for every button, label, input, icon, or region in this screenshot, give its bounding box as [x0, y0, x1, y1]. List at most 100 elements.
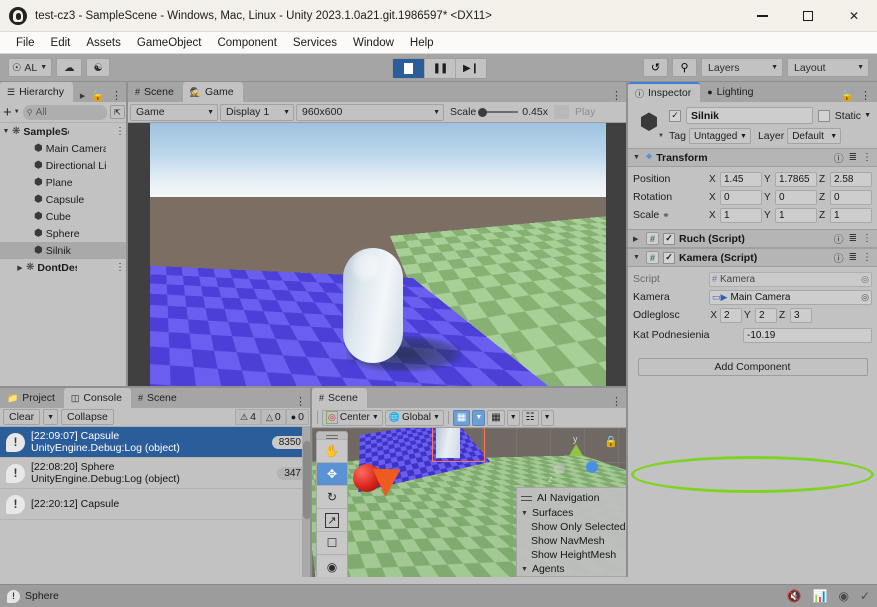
snap-increment-toggle[interactable]: ▦	[487, 409, 505, 426]
hierarchy-row-capsule[interactable]: ⬢ Capsule	[0, 191, 128, 208]
resolution-dropdown[interactable]: 960x600 ▼	[296, 103, 444, 121]
position-y-input[interactable]: 1.7865	[775, 171, 817, 187]
hierarchy-row-cube[interactable]: ⬢ Cube	[0, 208, 128, 225]
hierarchy-search-input[interactable]: ⚲ All	[22, 104, 107, 120]
component-header-kamera[interactable]: ▼ # ✓ Kamera (Script) ⓘ ≣ ⋮	[628, 248, 877, 267]
console-log-row[interactable]: ! [22:20:12] Capsule	[0, 489, 312, 520]
preset-icon[interactable]: ≣	[849, 152, 857, 163]
cloud-button[interactable]: ☁	[56, 58, 83, 77]
tab-scene-bottom[interactable]: # Scene	[130, 388, 186, 408]
tab-lighting[interactable]: ● Lighting	[700, 82, 763, 102]
component-tools-dropdown[interactable]: ▼	[540, 409, 554, 426]
rotation-y-input[interactable]: 0	[775, 189, 817, 205]
minimize-button[interactable]	[739, 0, 785, 32]
lock-icon[interactable]: 🔓	[91, 89, 105, 102]
menu-dots-icon[interactable]: ⋮	[860, 89, 871, 102]
play-button[interactable]	[393, 59, 424, 78]
console-log-row[interactable]: ! [22:08:20] Sphere UnityEngine.Debug:Lo…	[0, 458, 312, 489]
link-scale-icon[interactable]: ⚭	[662, 210, 670, 221]
chevron-down-icon[interactable]: ▼	[633, 254, 642, 261]
hierarchy-row-samplescene[interactable]: ▼ ❋ SampleScene ⋮	[0, 123, 128, 140]
console-log-list[interactable]: ! [22:09:07] Capsule UnityEngine.Debug:L…	[0, 427, 312, 577]
services-button[interactable]: ☯	[86, 58, 111, 77]
chevron-right-icon[interactable]: ▶	[80, 92, 85, 100]
scale-y-input[interactable]: 1	[775, 207, 817, 223]
rotation-z-input[interactable]: 0	[830, 189, 872, 205]
tab-sceneview[interactable]: # Scene	[312, 388, 367, 408]
game-render-canvas[interactable]	[128, 123, 628, 388]
position-x-input[interactable]: 1.45	[720, 171, 762, 187]
static-group[interactable]: Static ▼	[835, 110, 871, 122]
tag-dropdown[interactable]: Untagged ▼	[688, 128, 751, 144]
menu-dots-icon[interactable]: ⋮	[611, 89, 622, 102]
menu-dots-icon[interactable]: ⋮	[295, 395, 306, 408]
chevron-right-icon[interactable]: ▶	[14, 264, 26, 272]
menu-file[interactable]: File	[8, 32, 43, 54]
ai-show-heightmesh-row[interactable]: Show HeightMesh	[517, 548, 627, 562]
hierarchy-row-plane[interactable]: ⬢ Plane	[0, 174, 128, 191]
add-component-button[interactable]: Add Component	[637, 358, 868, 376]
ai-show-navmesh-row[interactable]: Show NavMesh	[517, 534, 627, 548]
tab-scene[interactable]: # Scene	[128, 82, 183, 102]
help-icon[interactable]: ⓘ	[834, 150, 844, 165]
pause-button[interactable]: ❚❚	[424, 59, 455, 78]
ai-agents-section[interactable]: ▼ Agents	[517, 562, 627, 576]
odleglosc-y-input[interactable]: 2	[755, 307, 777, 323]
grid-dropdown[interactable]: ▼	[472, 409, 486, 426]
divider-console-scene[interactable]	[310, 388, 312, 577]
gizmo-z-axis-ball[interactable]	[554, 463, 565, 474]
step-button[interactable]: ▶❙	[455, 59, 486, 78]
tab-console[interactable]: ◫ Console	[63, 388, 131, 408]
undo-history-button[interactable]: ↺	[643, 58, 668, 77]
search-button[interactable]: ⚲	[672, 58, 697, 77]
hierarchy-row-sphere[interactable]: ⬢ Sphere	[0, 225, 128, 242]
scale-x-input[interactable]: 1	[720, 207, 762, 223]
info-filter-toggle[interactable]: ● 0	[285, 409, 309, 425]
maximize-button[interactable]	[785, 0, 831, 32]
gameobject-active-checkbox[interactable]: ✓	[669, 109, 681, 122]
menu-assets[interactable]: Assets	[78, 32, 129, 54]
hierarchy-add-button[interactable]: + ▼	[3, 105, 20, 120]
error-filter-toggle[interactable]: ⚠ 4	[235, 409, 261, 425]
menu-dots-icon[interactable]: ⋮	[862, 152, 872, 163]
gizmos-icon[interactable]: ◉	[838, 589, 848, 603]
chevron-down-icon[interactable]: ▼	[633, 154, 642, 161]
position-z-input[interactable]: 2.58	[830, 171, 872, 187]
scale-z-input[interactable]: 1	[830, 207, 872, 223]
layout-dropdown[interactable]: Layout ▼	[787, 58, 869, 77]
help-icon[interactable]: ⓘ	[834, 231, 844, 246]
move-tool-button[interactable]: ✥	[317, 463, 347, 486]
chevron-down-icon[interactable]: ▼	[0, 128, 12, 135]
status-message[interactable]: Sphere	[25, 590, 59, 602]
hierarchy-row-directional-light[interactable]: ⬢ Directional Light	[0, 157, 128, 174]
menu-edit[interactable]: Edit	[43, 32, 79, 54]
console-log-row[interactable]: ! [22:09:07] Capsule UnityEngine.Debug:L…	[0, 427, 312, 458]
odleglosc-x-input[interactable]: 2	[720, 307, 742, 323]
rotate-tool-button[interactable]: ↻	[317, 486, 347, 509]
mute-audio-icon[interactable]: 🔇	[787, 589, 802, 603]
kamera-enabled-checkbox[interactable]: ✓	[663, 251, 675, 264]
transform-tool-button[interactable]: ◉	[317, 555, 347, 577]
kat-podnesienia-input[interactable]: -10.19	[743, 327, 872, 343]
ai-navigation-header[interactable]: AI Navigation	[517, 490, 627, 506]
rotation-x-input[interactable]: 0	[720, 189, 762, 205]
menu-dots-icon[interactable]: ⋮	[862, 233, 872, 244]
tab-project[interactable]: 📁 Project	[0, 388, 64, 408]
overlay-drag-handle[interactable]	[521, 495, 532, 501]
pivot-mode-dropdown[interactable]: ◎ Center ▼	[322, 409, 383, 426]
lock-icon[interactable]: 🔓	[840, 89, 854, 102]
odleglosc-z-input[interactable]: 3	[790, 307, 812, 323]
chevron-down-icon[interactable]: ▼	[521, 566, 528, 573]
divider-hierarchy-game[interactable]	[126, 82, 128, 388]
slider-knob[interactable]	[478, 107, 488, 117]
preset-icon[interactable]: ≣	[849, 233, 857, 244]
chevron-down-icon[interactable]: ▼	[521, 510, 528, 517]
tab-hierarchy[interactable]: ☰ Hierarchy	[0, 82, 74, 102]
menu-component[interactable]: Component	[209, 32, 284, 54]
maximize-on-play-button[interactable]	[553, 105, 569, 119]
target-display-dropdown[interactable]: Game ▼	[130, 103, 218, 121]
gameobject-name-input[interactable]: Silnik	[686, 107, 813, 124]
scale-slider[interactable]: Scale 0.45x	[446, 106, 552, 118]
gizmo-lock-icon[interactable]: 🔒	[604, 435, 618, 448]
handle-space-dropdown[interactable]: 🌐 Global ▼	[384, 409, 444, 426]
